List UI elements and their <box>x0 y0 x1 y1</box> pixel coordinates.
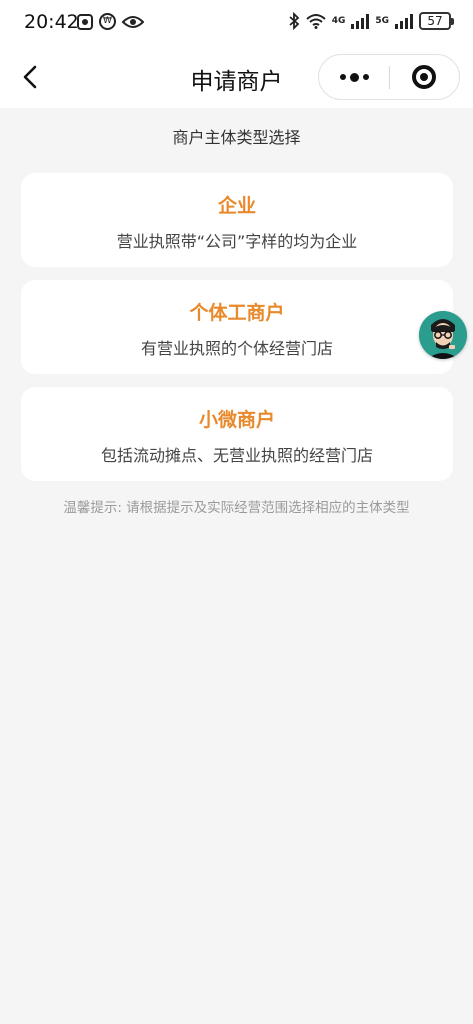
target-circle-icon <box>412 65 436 89</box>
option-description: 包括流动摊点、无营业执照的经营门店 <box>100 446 373 465</box>
network-type-1: 4G <box>331 15 346 26</box>
option-title: 个体工商户 <box>189 302 285 324</box>
option-description: 有营业执照的个体经营门店 <box>140 339 333 358</box>
more-button[interactable] <box>319 55 389 99</box>
status-bar: 20:42 ₩ 4G 5G 57 <box>0 0 473 46</box>
option-card-enterprise[interactable]: 企业 营业执照带“公司”字样的均为企业 <box>21 173 453 267</box>
wifi-icon <box>306 14 326 29</box>
signal-icon-1 <box>351 13 370 29</box>
eye-icon <box>122 15 144 28</box>
hint-text: 温馨提示: 请根据提示及实际经营范围选择相应的主体类型 <box>63 500 410 516</box>
app-notification-icon-2: ₩ <box>99 13 116 30</box>
status-time: 20:42 <box>24 11 79 33</box>
section-title: 商户主体类型选择 <box>172 128 301 147</box>
option-card-individual-business[interactable]: 个体工商户 有营业执照的个体经营门店 <box>21 280 453 374</box>
mini-program-capsule <box>318 54 460 100</box>
app-notification-icon <box>77 13 93 30</box>
option-title: 小微商户 <box>198 409 275 431</box>
avatar-icon <box>419 311 467 359</box>
option-title: 企业 <box>217 195 256 217</box>
option-card-micro-merchant[interactable]: 小微商户 包括流动摊点、无营业执照的经营门店 <box>21 387 453 481</box>
nav-bar: 申请商户 <box>0 46 473 108</box>
option-description: 营业执照带“公司”字样的均为企业 <box>116 232 358 251</box>
network-type-2: 5G <box>375 15 389 26</box>
signal-icon-2 <box>395 13 413 29</box>
more-dots-icon <box>339 74 346 80</box>
floating-assistant-button[interactable] <box>419 311 467 359</box>
status-left-icons: ₩ <box>77 13 144 30</box>
battery-icon: 57 <box>419 12 454 30</box>
close-button[interactable] <box>389 55 459 99</box>
status-right-icons: 4G 5G 57 <box>288 12 454 30</box>
bluetooth-icon <box>289 12 300 30</box>
